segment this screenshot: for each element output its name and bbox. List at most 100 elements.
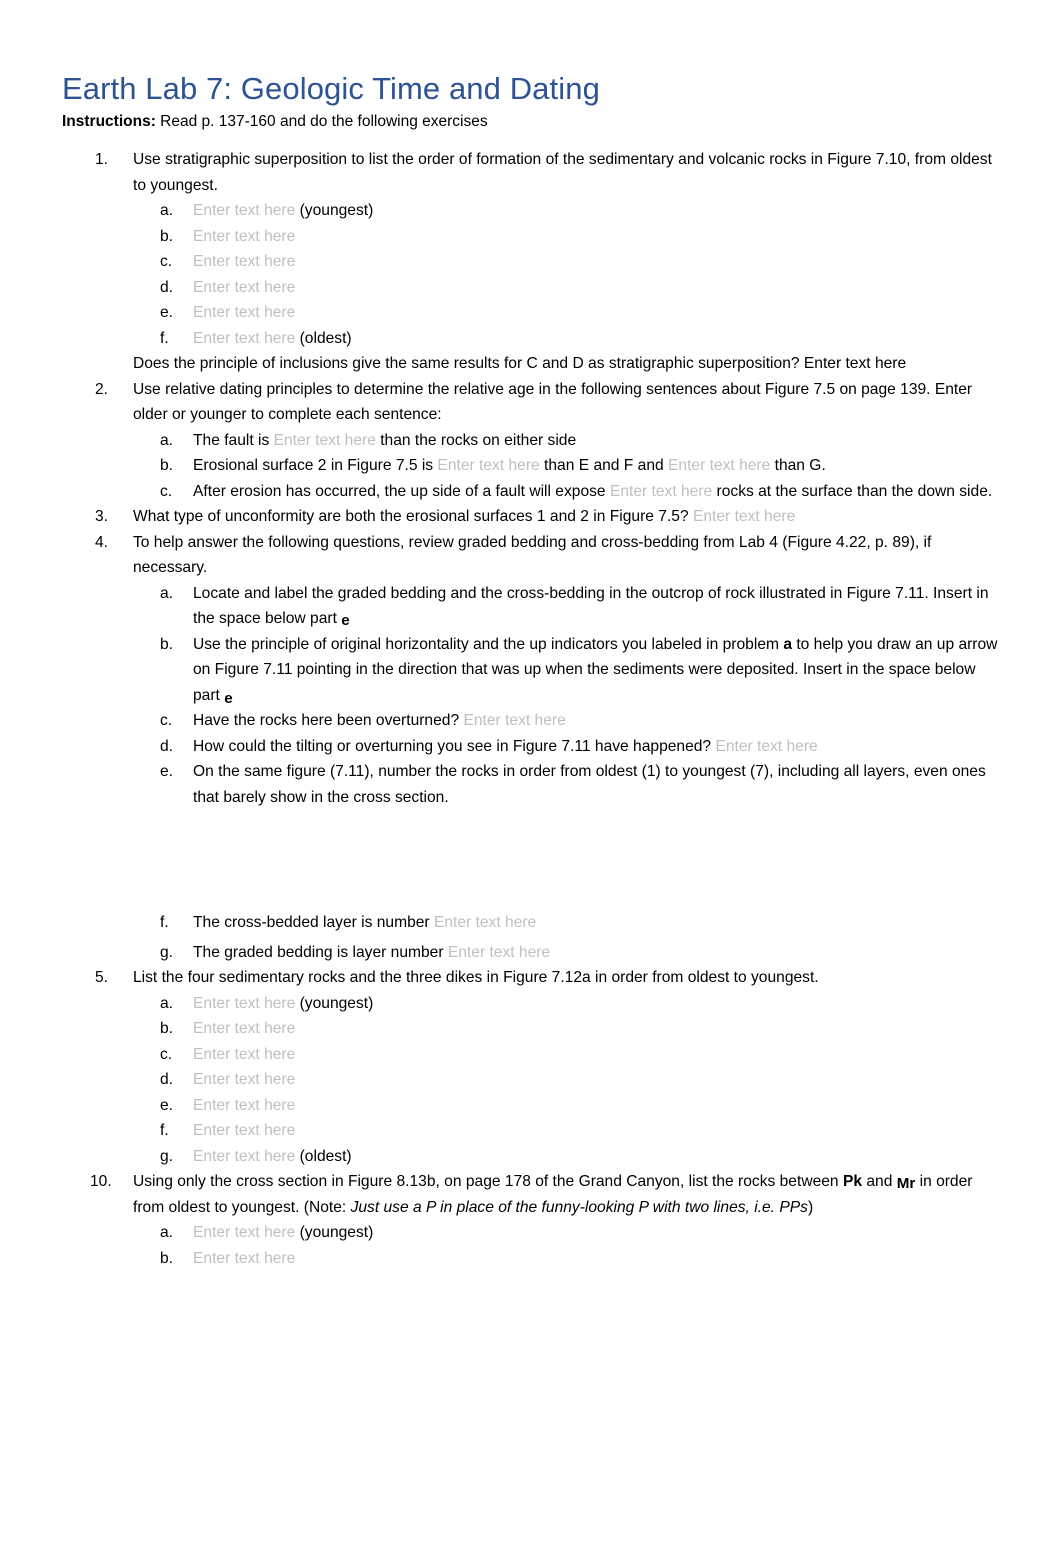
list-marker: a. xyxy=(160,584,174,602)
sentence-part: Locate and label the graded bedding and … xyxy=(193,584,989,628)
list-item: b. Erosional surface 2 in Figure 7.5 is E… xyxy=(160,453,1000,479)
list-marker: b. xyxy=(160,635,174,653)
list-item: e. Enter text here xyxy=(160,1093,1000,1119)
list-item: b. Enter text here xyxy=(160,1016,1000,1042)
list-marker: d. xyxy=(160,278,174,296)
answer-field[interactable]: Enter text here xyxy=(193,1250,295,1267)
answer-field[interactable]: Enter text here xyxy=(463,712,565,729)
sentence-part: ) xyxy=(807,1198,814,1216)
answer-field[interactable]: Enter text here xyxy=(193,995,295,1012)
exercise-5-text: List the four sedimentary rocks and the … xyxy=(133,969,819,986)
list-marker: e. xyxy=(160,763,174,780)
sentence-part: How could the tilting or overturning you… xyxy=(193,737,716,755)
answer-field[interactable]: Enter text here xyxy=(610,483,712,500)
rock-unit-pk: Pk xyxy=(842,1173,863,1190)
answer-field[interactable]: Enter text here xyxy=(193,228,295,245)
list-marker: e. xyxy=(160,1096,174,1114)
list-marker: 3. xyxy=(95,508,109,525)
instructions-label: Instructions: xyxy=(62,113,156,130)
answer-suffix: (youngest) xyxy=(295,1224,374,1241)
exercise-item-3: 3. What type of unconformity are both the… xyxy=(95,504,1000,530)
list-marker: 1. xyxy=(95,151,109,168)
list-item: d. Enter text here xyxy=(160,275,1000,301)
answer-field[interactable]: Enter text here xyxy=(193,1097,295,1114)
list-marker: a. xyxy=(160,994,174,1012)
list-item: e. Enter text here xyxy=(160,300,1000,326)
rock-unit-mr: Mr xyxy=(896,1175,916,1192)
list-marker: f. xyxy=(160,1122,169,1139)
answer-field[interactable]: Enter text here xyxy=(434,914,536,931)
list-marker: f. xyxy=(160,914,169,931)
answer-field[interactable]: Enter text here xyxy=(804,355,906,372)
list-marker: a. xyxy=(160,202,174,219)
list-item: c. After erosion has occurred, the up sid… xyxy=(160,479,1000,505)
answer-field[interactable]: Enter text here xyxy=(193,279,295,296)
answer-field[interactable]: Enter text here xyxy=(668,457,770,474)
list-item: a. The fault is Enter text here than the … xyxy=(160,428,1000,454)
list-marker: b. xyxy=(160,457,174,474)
list-item: c. Enter text here xyxy=(160,1042,1000,1068)
list-marker: c. xyxy=(160,712,173,729)
list-marker: a. xyxy=(160,431,174,449)
list-marker: g. xyxy=(160,943,174,961)
answer-field[interactable]: Enter text here xyxy=(193,1122,295,1139)
list-marker: e. xyxy=(160,304,174,321)
sentence-part: Using only the cross section in Figure 8… xyxy=(133,1173,843,1190)
answer-suffix: (youngest) xyxy=(295,994,374,1012)
answer-field[interactable]: Enter text here xyxy=(193,304,295,321)
note-text: Just use a P in place of the funny-looki… xyxy=(346,1198,808,1216)
list-marker: a. xyxy=(160,1224,174,1241)
sentence-part: The fault is xyxy=(193,431,274,449)
exercise-4-sublist: a. Locate and label the graded bedding an… xyxy=(133,581,1000,966)
list-marker: b. xyxy=(160,227,174,245)
exercise-5-sublist: a. Enter text here (youngest) b. Enter tex… xyxy=(133,991,1000,1170)
sentence-part: After erosion has occurred, the up side … xyxy=(193,482,610,500)
page-title: Earth Lab 7: Geologic Time and Dating xyxy=(62,71,600,106)
answer-suffix: (youngest) xyxy=(295,202,374,219)
answer-field[interactable]: Enter text here xyxy=(437,457,539,474)
list-marker: g. xyxy=(160,1147,174,1165)
list-item: a. Locate and label the graded bedding an… xyxy=(160,581,1000,632)
answer-field[interactable]: Enter text here xyxy=(448,944,550,961)
answer-field[interactable]: Enter text here xyxy=(193,330,295,347)
answer-field[interactable]: Enter text here xyxy=(193,253,295,270)
exercise-2-sublist: a. The fault is Enter text here than the … xyxy=(133,428,1000,505)
answer-field[interactable]: Enter text here xyxy=(193,1148,295,1165)
list-item: d. Enter text here xyxy=(160,1067,1000,1093)
instructions-line: Instructions: Read p. 137-160 and do the… xyxy=(62,111,1000,133)
list-item: c. Enter text here xyxy=(160,249,1000,275)
answer-field[interactable]: Enter text here xyxy=(193,202,295,219)
answer-field[interactable]: Enter text here xyxy=(193,1046,295,1063)
answer-field[interactable]: Enter text here xyxy=(193,1020,295,1037)
exercise-10-sublist: a. Enter text here (youngest) b. Enter tex… xyxy=(133,1220,1000,1271)
document-page: Earth Lab 7: Geologic Time and Dating In… xyxy=(0,0,1062,1556)
instructions-text: Read p. 137-160 and do the following exe… xyxy=(155,113,488,130)
list-item: c. Have the rocks here been overturned? E… xyxy=(160,708,1000,734)
exercise-3-text: What type of unconformity are both the e… xyxy=(133,508,693,525)
sentence-part: than the rocks on either side xyxy=(375,431,577,449)
exercise-1-sublist: a. Enter text here (youngest) b. Enter tex… xyxy=(133,198,1000,351)
note-label: Note: xyxy=(308,1198,347,1216)
list-item: a. Enter text here (youngest) xyxy=(160,1220,1000,1246)
answer-field[interactable]: Enter text here xyxy=(193,1224,295,1241)
answer-field[interactable]: Enter text here xyxy=(693,508,795,525)
sentence-part: and xyxy=(862,1173,897,1190)
list-marker: d. xyxy=(160,1071,174,1088)
exercise-2-text: Use relative dating principles to determ… xyxy=(133,380,973,424)
answer-insert-space[interactable] xyxy=(133,810,1000,910)
list-item: b. Enter text here xyxy=(160,1246,1000,1272)
list-item: f. Enter text here xyxy=(160,1118,1000,1144)
answer-suffix: (oldest) xyxy=(295,329,352,347)
list-marker: b. xyxy=(160,1020,174,1037)
exercise-item-4: 4. To help answer the following question… xyxy=(95,530,1000,966)
list-item: b. Use the principle of original horizont… xyxy=(160,632,1000,709)
sentence-part: Have the rocks here been overturned? xyxy=(193,712,464,729)
list-item: b. Enter text here xyxy=(160,224,1000,250)
list-marker: b. xyxy=(160,1249,174,1267)
list-marker: d. xyxy=(160,737,174,755)
list-item: d. How could the tilting or overturning y… xyxy=(160,734,1000,760)
answer-field[interactable]: Enter text here xyxy=(715,738,817,755)
answer-field[interactable]: Enter text here xyxy=(193,1071,295,1088)
sentence-part: Erosional surface 2 in Figure 7.5 is xyxy=(193,457,438,474)
answer-field[interactable]: Enter text here xyxy=(274,432,376,449)
